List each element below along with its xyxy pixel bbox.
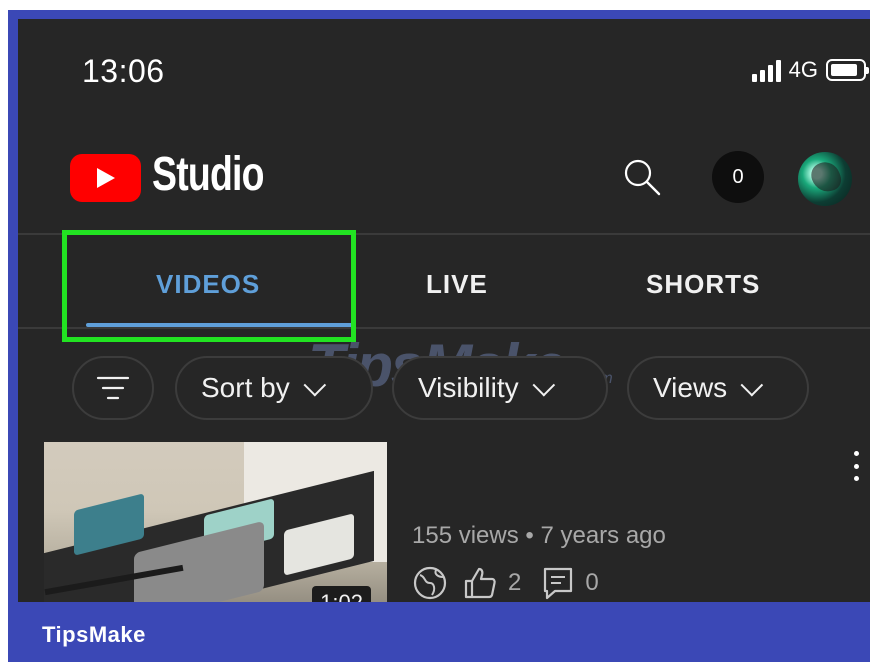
visibility-dropdown[interactable]: Visibility xyxy=(392,356,608,420)
filter-button[interactable] xyxy=(72,356,154,420)
frame-left-border xyxy=(8,10,18,602)
views-label: Views xyxy=(653,372,728,403)
notification-count: 0 xyxy=(732,165,744,188)
status-indicators: 4G xyxy=(751,57,869,83)
app-title: Studio xyxy=(152,148,265,201)
likes-count: 2 xyxy=(508,569,522,596)
avatar[interactable] xyxy=(798,152,852,206)
comment-icon xyxy=(544,567,573,600)
notifications-button[interactable]: 0 xyxy=(712,151,764,203)
video-stats: 2 0 xyxy=(412,565,599,601)
views-dropdown[interactable]: Views xyxy=(627,356,809,420)
youtube-play-icon xyxy=(70,154,141,202)
highlight-box xyxy=(62,230,356,342)
battery-icon xyxy=(826,59,869,81)
globe-icon xyxy=(413,566,447,600)
chevron-down-icon xyxy=(303,373,326,397)
footer-banner: TipsMake xyxy=(8,602,870,662)
likes-stat: 2 xyxy=(462,565,521,601)
comments-stat: 0 xyxy=(541,565,599,601)
network-label: 4G xyxy=(788,57,818,82)
video-meta: 155 views • 7 years ago xyxy=(412,522,666,549)
visibility-label: Visibility xyxy=(418,372,519,403)
signal-icon xyxy=(751,58,781,82)
comments-count: 0 xyxy=(585,569,599,596)
video-duration: 1:02 xyxy=(312,586,371,602)
filter-icon xyxy=(96,376,130,400)
tab-shorts[interactable]: SHORTS xyxy=(646,269,760,300)
video-thumbnail[interactable]: 1:02 xyxy=(44,442,387,602)
status-time: 13:06 xyxy=(82,53,165,89)
more-vert-icon[interactable] xyxy=(852,451,860,481)
frame-top-border xyxy=(13,10,870,19)
footer-brand: TipsMake xyxy=(42,622,146,647)
sort-by-dropdown[interactable]: Sort by xyxy=(175,356,373,420)
thumbs-up-icon xyxy=(464,567,496,599)
phone-screen: 13:06 4G Studio 0 VIDEOS LIVE SHORTS Tip… xyxy=(18,19,870,602)
sort-by-label: Sort by xyxy=(201,372,290,403)
search-icon[interactable] xyxy=(622,157,662,197)
tab-live[interactable]: LIVE xyxy=(426,269,488,300)
chevron-down-icon xyxy=(740,373,764,397)
chevron-down-icon xyxy=(532,373,555,397)
